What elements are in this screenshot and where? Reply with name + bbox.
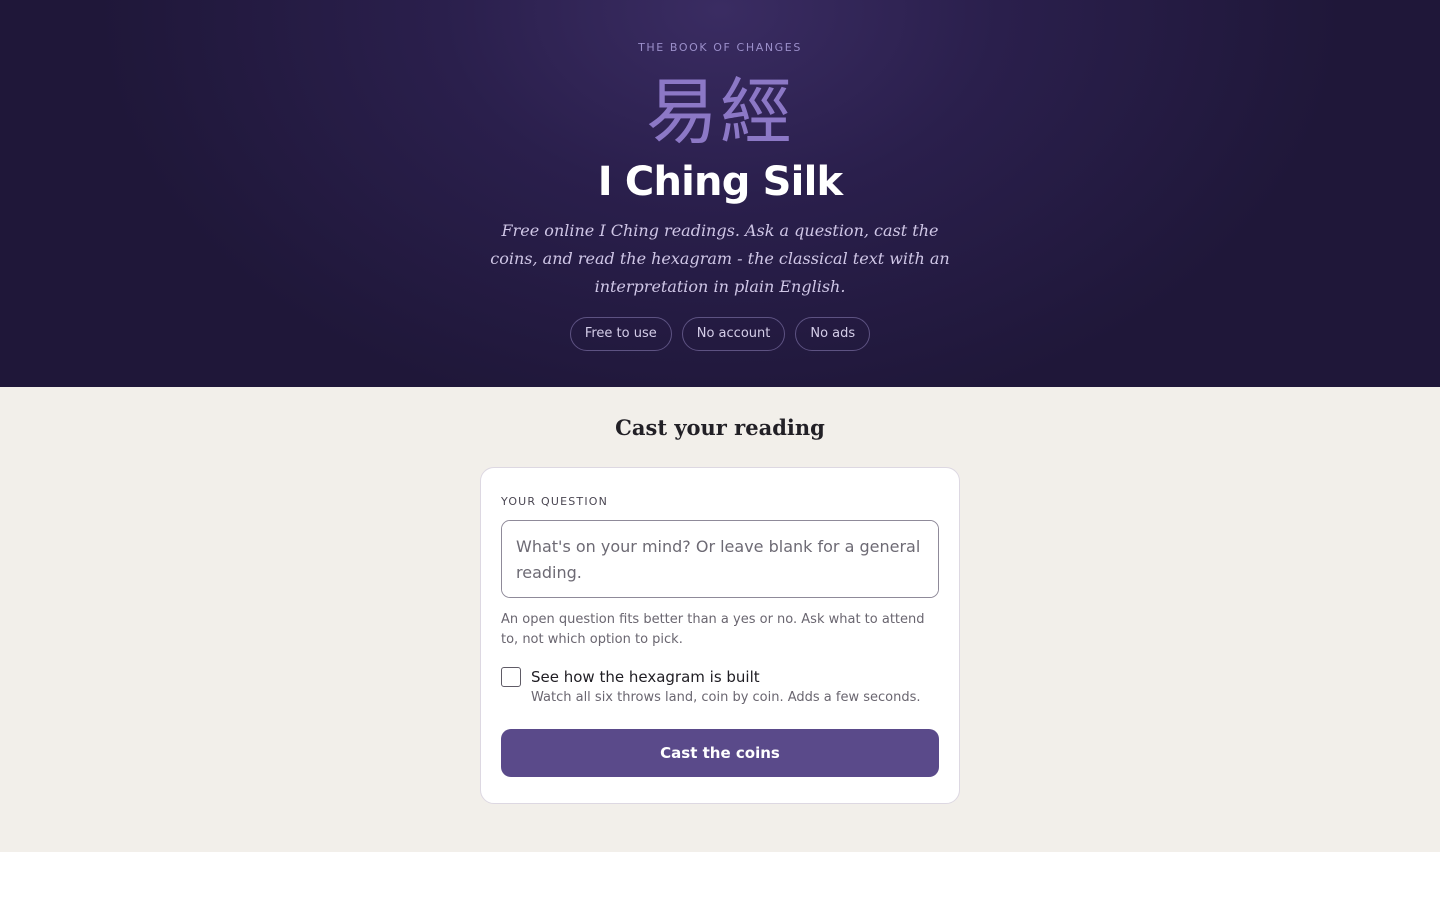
hero-hanzi-logo: 易經 bbox=[645, 70, 794, 154]
pill-no-ads: No ads bbox=[795, 317, 871, 351]
reading-form-card: YOUR QUESTION An open question fits bett… bbox=[480, 467, 960, 804]
show-build-description: Watch all six throws land, coin by coin.… bbox=[531, 690, 921, 705]
question-input[interactable] bbox=[501, 520, 939, 598]
hero-eyebrow: THE BOOK OF CHANGES bbox=[638, 41, 802, 54]
hero-subtitle: Free online I Ching readings. Ask a ques… bbox=[490, 221, 950, 296]
show-build-option: See how the hexagram is built Watch all … bbox=[501, 666, 941, 710]
hero-section: THE BOOK OF CHANGES 易經 I Ching Silk Free… bbox=[0, 0, 1440, 387]
reading-section: Cast your reading YOUR QUESTION An open … bbox=[0, 387, 1440, 852]
cast-coins-button[interactable]: Cast the coins bbox=[501, 729, 939, 777]
show-build-label[interactable]: See how the hexagram is built bbox=[531, 666, 760, 688]
section-title: Cast your reading bbox=[615, 415, 825, 440]
pill-free-to-use: Free to use bbox=[569, 317, 672, 351]
feature-pills: Free to use No account No ads bbox=[0, 317, 1440, 351]
question-hint: An open question fits better than a yes … bbox=[501, 612, 925, 647]
site-title: I Ching Silk bbox=[597, 159, 843, 205]
question-label: YOUR QUESTION bbox=[501, 495, 609, 508]
show-build-checkbox[interactable] bbox=[501, 667, 521, 687]
pill-no-account: No account bbox=[681, 317, 786, 351]
